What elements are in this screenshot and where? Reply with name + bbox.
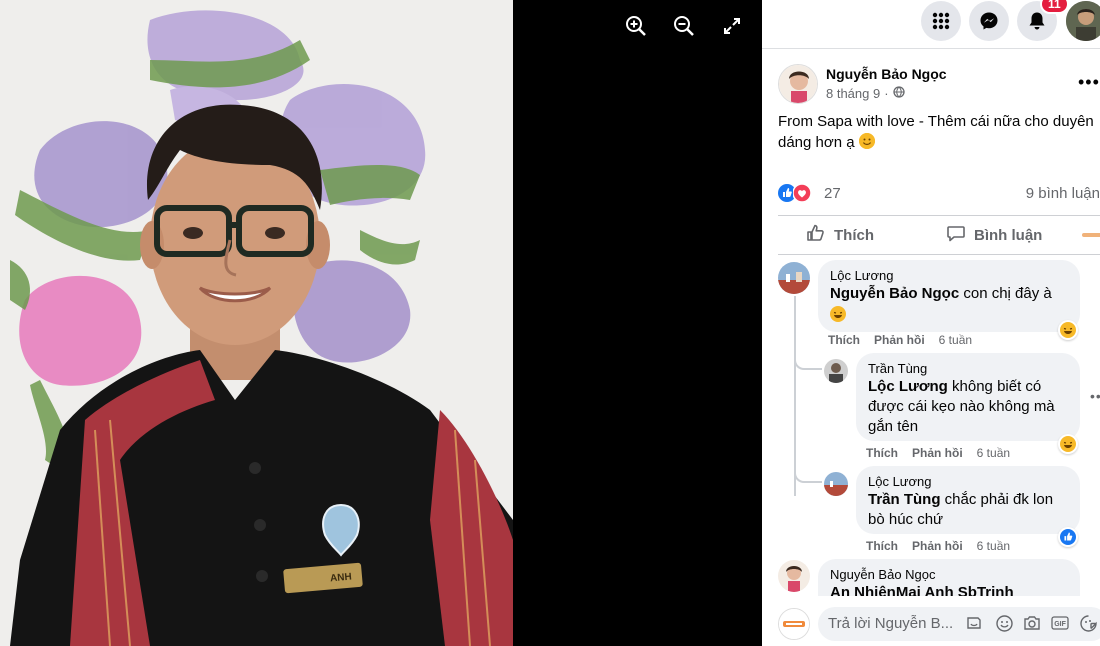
post-text: From Sapa with love - Thêm cái nữa cho d…	[778, 111, 1100, 153]
more-options-icon[interactable]: •••	[1078, 72, 1100, 93]
comment-count[interactable]: 9 bình luận	[1026, 185, 1100, 202]
comment-text: Nguyễn Bảo Ngọc con chị đây à	[830, 284, 1068, 304]
comment-reply-link[interactable]: Phản hồi	[912, 539, 963, 553]
share-icon	[1082, 227, 1100, 244]
haha-reaction-icon[interactable]	[1058, 320, 1078, 340]
comment-text: Trần Tùng chắc phải đk lon bò húc chứ	[868, 490, 1068, 530]
account-avatar[interactable]	[1066, 1, 1100, 41]
post-photo[interactable]: ANH	[0, 0, 513, 646]
comment-like-link[interactable]: Thích	[866, 539, 898, 553]
comment-author[interactable]: Trần Tùng	[868, 361, 1068, 377]
comment-mention[interactable]: Lộc Lương	[868, 378, 948, 395]
comment-actions: Thích Phản hồi 6 tuần	[866, 539, 1010, 553]
comment-time[interactable]: 6 tuần	[977, 446, 1010, 460]
comment-item: Lộc Lương Nguyễn Bảo Ngọc con chị đây à	[818, 260, 1080, 332]
photo-illustration: ANH	[0, 0, 513, 646]
thread-branch	[794, 461, 822, 483]
like-label: Thích	[834, 226, 874, 244]
comment-author[interactable]: Lộc Lương	[830, 268, 1068, 284]
comment-like-link[interactable]: Thích	[828, 333, 860, 347]
commenter-avatar[interactable]	[778, 560, 810, 592]
post-meta: 8 tháng 9 ·	[826, 86, 905, 101]
comment-reply-link[interactable]: Phản hồi	[874, 333, 925, 347]
commenter-avatar[interactable]	[824, 472, 848, 496]
comment-actions: Thích Phản hồi 6 tuần	[866, 446, 1010, 460]
post-author-name[interactable]: Nguyễn Bảo Ngọc	[826, 66, 947, 82]
sticker-icon[interactable]	[965, 614, 983, 632]
post-date[interactable]: 8 tháng 9	[826, 86, 880, 101]
zoom-out-icon[interactable]	[670, 12, 698, 40]
reaction-count[interactable]: 27	[824, 185, 841, 202]
laugh-emoji-icon	[830, 306, 1068, 327]
commenter-avatar[interactable]	[778, 262, 810, 294]
comments-list: Lộc Lương Nguyễn Bảo Ngọc con chị đây à …	[762, 256, 1100, 596]
comment-item: Trần Tùng Lộc Lương không biết có được c…	[856, 353, 1080, 441]
comment-label: Bình luận	[974, 226, 1043, 244]
comment-mention[interactable]: Trần Tùng	[868, 491, 941, 508]
camera-icon[interactable]	[1023, 614, 1041, 632]
fullscreen-icon[interactable]	[718, 12, 746, 40]
comment-text: Lộc Lương không biết có được cái kẹo nào…	[868, 377, 1068, 437]
comment-more-icon[interactable]: ••	[1090, 388, 1100, 404]
comment-time[interactable]: 6 tuần	[939, 333, 972, 347]
comment-mention[interactable]: Nguyễn Bảo Ngọc	[830, 285, 959, 302]
photo-viewer: ANH	[0, 0, 762, 646]
commenter-avatar[interactable]	[824, 359, 848, 383]
notification-badge[interactable]: 11	[1040, 0, 1069, 14]
comment-reply-link[interactable]: Phản hồi	[912, 446, 963, 460]
haha-reaction-icon[interactable]	[1058, 434, 1078, 454]
comment-text: An NhiênMai Anh SbTrinh	[830, 583, 1068, 596]
post-side-panel: Nguyễn Bảo Ngọc 8 tháng 9 · ••• From Sap…	[762, 0, 1100, 646]
post-action-bar: Thích Bình luận	[778, 215, 1100, 255]
love-reaction-icon	[792, 183, 812, 207]
comment-actions: Thích Phản hồi 6 tuần	[828, 333, 972, 347]
like-reaction-icon[interactable]	[1058, 527, 1078, 547]
name-badge-text: ANH	[330, 572, 353, 585]
comment-body: con chị đây à	[959, 285, 1052, 302]
comment-author[interactable]: Nguyễn Bảo Ngọc	[830, 567, 1068, 583]
meta-separator: ·	[884, 86, 889, 101]
comment-mention[interactable]: An NhiênMai Anh SbTrinh	[830, 584, 1014, 596]
reply-input-placeholder: Trả lời Nguyễn B...	[828, 615, 954, 632]
comment-button[interactable]: Bình luận	[946, 216, 1042, 254]
gif-icon[interactable]: GIF	[1051, 614, 1069, 632]
author-avatar[interactable]	[778, 64, 818, 104]
smile-emoji-icon	[858, 133, 875, 149]
post-text-content: From Sapa with love - Thêm cái nữa cho d…	[778, 113, 1094, 151]
comment-item: Nguyễn Bảo Ngọc An NhiênMai Anh SbTrinh	[818, 559, 1080, 596]
messenger-icon[interactable]	[969, 1, 1009, 41]
menu-grid-icon[interactable]	[921, 1, 961, 41]
share-button-partial[interactable]	[1082, 216, 1100, 254]
like-button[interactable]: Thích	[806, 216, 874, 254]
reactions-summary[interactable]: 27 9 bình luận	[778, 182, 1100, 204]
svg-text:GIF: GIF	[1054, 621, 1066, 628]
current-user-avatar[interactable]	[778, 608, 810, 640]
comment-item: Lộc Lương Trần Tùng chắc phải đk lon bò …	[856, 466, 1080, 534]
comment-bubble-icon	[946, 223, 966, 247]
zoom-in-icon[interactable]	[622, 12, 650, 40]
emoji-icon[interactable]	[995, 614, 1013, 632]
sticker-smile-icon[interactable]	[1079, 614, 1097, 632]
comment-author[interactable]: Lộc Lương	[868, 474, 1068, 490]
comment-like-link[interactable]: Thích	[866, 446, 898, 460]
reply-composer: Trả lời Nguyễn B... GIF	[762, 600, 1100, 646]
thread-branch	[794, 348, 822, 370]
comment-time[interactable]: 6 tuần	[977, 539, 1010, 553]
globe-icon	[892, 86, 905, 101]
thumbs-up-icon	[806, 223, 826, 247]
